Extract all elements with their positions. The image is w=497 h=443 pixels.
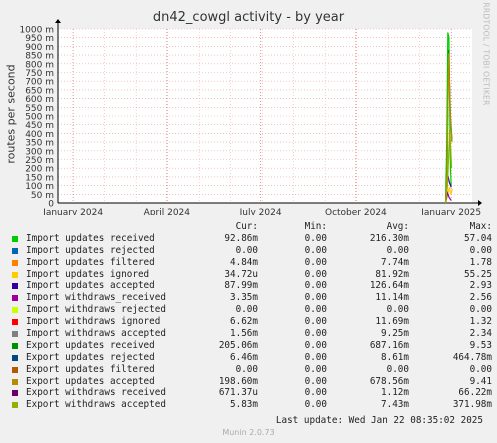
legend-series-name: Export withdraws received: [26, 387, 166, 399]
y-axis-arrow: [55, 19, 61, 23]
legend-max-value: 9.41: [469, 375, 492, 387]
legend-max-value: 66.22m: [458, 387, 492, 399]
munin-version: Munin 2.0.73: [222, 428, 275, 437]
legend-max-value: 0.00: [469, 304, 492, 316]
legend-avg-value: 126.64m: [369, 280, 409, 292]
legend-series-name: Import updates ignored: [26, 268, 150, 280]
y-tick-label: 300 m: [25, 147, 54, 157]
legend-series-name: Import updates received: [26, 232, 155, 244]
x-axis-arrow: [478, 200, 482, 206]
y-tick-label: 850 m: [25, 52, 54, 62]
y-tick-label: 450 m: [25, 121, 54, 131]
x-tick-label: January 2025: [420, 208, 481, 215]
legend-swatch: [12, 271, 18, 278]
legend-series-name: Import updates rejected: [26, 244, 155, 256]
legend-avg-value: 11.14m: [375, 292, 409, 304]
legend-max-value: 1.32: [469, 316, 492, 328]
y-tick-label: 550 m: [25, 104, 54, 114]
legend-swatch: [12, 295, 18, 302]
legend-swatch: [12, 402, 18, 409]
legend-header-avg: Avg:: [386, 221, 409, 232]
legend-avg-value: 8.61m: [381, 351, 409, 363]
legend-avg-value: 81.92m: [375, 268, 409, 280]
legend-avg-value: 0.00: [386, 363, 409, 375]
legend-series-name: Import updates accepted: [26, 280, 155, 292]
legend-series-name: Export updates filtered: [26, 363, 155, 375]
y-tick-label: 400 m: [25, 130, 54, 140]
legend-series-name: Import updates filtered: [26, 256, 155, 268]
legend-max-value: 1.78: [469, 256, 492, 268]
legend-swatch: [12, 283, 18, 290]
legend-avg-value: 678.56m: [369, 375, 409, 387]
legend-max-value: 55.25: [464, 268, 492, 280]
legend-swatch: [12, 354, 18, 361]
x-tick-label: October 2024: [325, 208, 387, 215]
y-tick-label: 250 m: [25, 156, 54, 166]
y-tick-label: 900 m: [25, 43, 54, 53]
y-tick-label: 800 m: [25, 60, 54, 70]
last-update-text: Last update: Wed Jan 22 08:35:02 2025: [275, 415, 483, 426]
legend-max-value: 0.00: [469, 244, 492, 256]
legend-series-name: Import withdraws_received: [26, 292, 166, 304]
legend-swatch: [12, 366, 18, 373]
legend-series-name: Import withdraws ignored: [26, 316, 161, 328]
y-tick-label: 700 m: [25, 78, 54, 88]
legend-swatch: [12, 331, 18, 338]
legend-header-max: Max:: [469, 221, 492, 232]
y-tick-label: 650 m: [25, 86, 54, 96]
legend-swatch: [12, 319, 18, 326]
legend-series-name: Export updates accepted: [26, 375, 155, 387]
x-tick-label: January 2024: [42, 208, 103, 215]
y-tick-label: 350 m: [25, 139, 54, 149]
chart-plot: 050 m100 m150 m200 m250 m300 m350 m400 m…: [19, 19, 482, 215]
legend-max-value: 57.04: [464, 232, 492, 244]
legend-avg-value: 687.16m: [369, 339, 409, 351]
legend-avg-value: 0.00: [386, 304, 409, 316]
y-tick-label: 100 m: [25, 182, 54, 192]
legend-swatch: [12, 247, 18, 254]
legend-swatch: [12, 378, 18, 385]
legend-swatch: [12, 235, 18, 242]
legend-max-value: 464.78m: [452, 351, 492, 363]
y-tick-label: 1000 m: [19, 26, 54, 36]
y-tick-label: 600 m: [25, 95, 54, 105]
legend-avg-value: 1.12m: [381, 387, 409, 399]
y-tick-label: 50 m: [31, 191, 54, 201]
legend-avg-value: 7.74m: [381, 256, 409, 268]
legend-series-name: Import withdraws rejected: [26, 304, 166, 316]
legend-max-value: 0.00: [469, 363, 492, 375]
y-tick-label: 750 m: [25, 69, 54, 79]
legend-swatch: [12, 259, 18, 266]
legend-swatch: [12, 307, 18, 314]
legend-max-value: 2.34: [469, 328, 492, 340]
y-tick-label: 150 m: [25, 173, 54, 183]
legend-series-name: Import withdraws accepted: [26, 328, 166, 340]
legend-avg-value: 7.43m: [381, 399, 409, 411]
legend-max-value: 2.56: [469, 292, 492, 304]
legend-avg-value: 11.69m: [375, 316, 409, 328]
legend-avg-value: 216.30m: [369, 232, 409, 244]
legend-max-value: 371.98m: [452, 399, 492, 411]
y-tick-label: 500 m: [25, 113, 54, 123]
legend-series-name: Export updates rejected: [26, 351, 155, 363]
x-tick-label: July 2024: [239, 208, 282, 215]
x-tick-label: April 2024: [144, 208, 191, 215]
legend-series-name: Export updates received: [26, 339, 155, 351]
legend-swatch: [12, 390, 18, 397]
legend-avg-value: 0.00: [386, 244, 409, 256]
legend-max-value: 9.53: [469, 339, 492, 351]
legend-swatch: [12, 342, 18, 349]
y-tick-label: 200 m: [25, 165, 54, 175]
y-tick-label: 950 m: [25, 34, 54, 44]
legend-series-name: Export withdraws accepted: [26, 399, 166, 411]
legend-max-value: 2.93: [469, 280, 492, 292]
legend-avg-value: 9.25m: [381, 328, 409, 340]
